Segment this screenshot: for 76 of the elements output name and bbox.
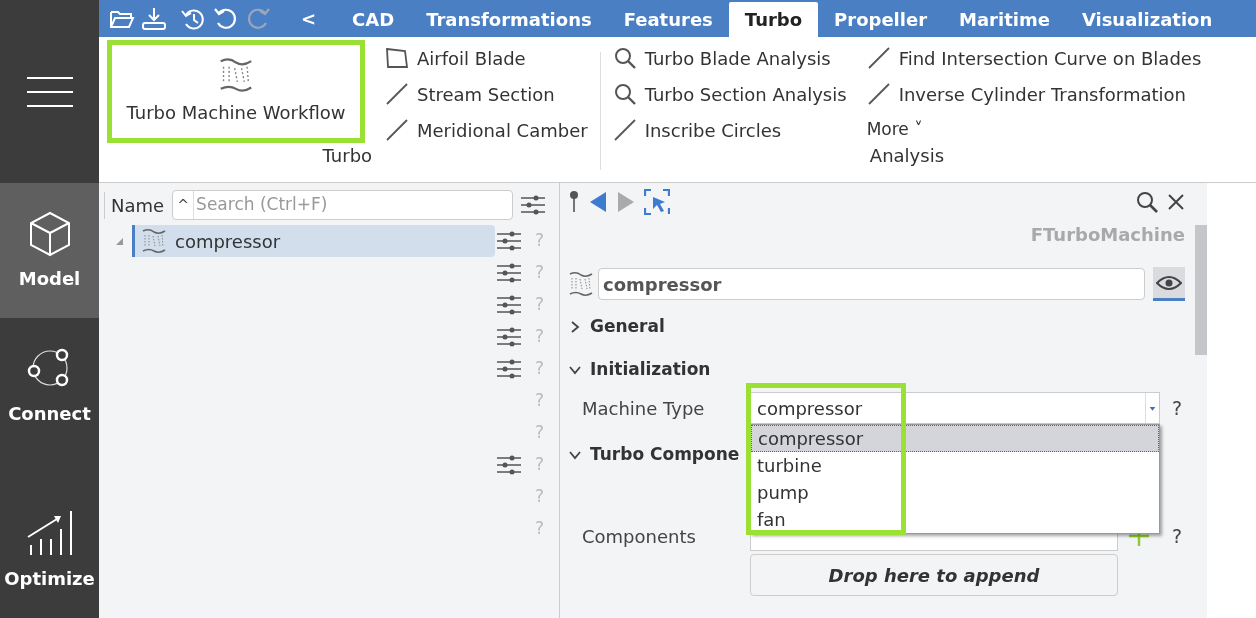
ribbon-tab[interactable]: Propeller [818,2,944,37]
back-button[interactable]: < [297,5,321,32]
column-header[interactable]: Name [104,191,165,219]
ribbon-tab[interactable]: CAD [336,2,411,37]
line-icon [612,118,637,142]
menu-icon[interactable] [26,75,73,108]
workflow-button[interactable]: Turbo Machine Workflow [107,40,365,143]
row-settings-icon[interactable] [497,327,521,347]
ribbon-button[interactable]: Find Intersection Curve on Blades [866,40,1202,76]
close-icon[interactable] [1167,193,1185,211]
sidebar-item[interactable]: Model [0,183,99,318]
section-header[interactable]: Initialization [568,348,711,391]
section-header[interactable]: General [568,305,665,348]
collapse-button[interactable]: ^ [173,191,195,219]
line-icon [866,82,891,106]
row-settings-icon[interactable] [497,231,521,251]
section-header[interactable]: Turbo Compone [568,433,740,476]
tree-item[interactable]: compressor [132,225,495,257]
sidebar-item[interactable]: Optimize [0,453,99,618]
name-field[interactable]: compressor [598,268,1145,300]
expand-triangle-icon[interactable] [114,236,124,246]
ribbon-button[interactable]: Turbo Blade Analysis [612,40,847,76]
line-icon [385,118,409,142]
ribbon-button[interactable]: Inverse Cylinder Transformation [866,76,1202,112]
visibility-toggle[interactable] [1153,267,1185,301]
ribbon-tab[interactable]: Features [607,2,729,37]
quadrilateral-icon [385,46,409,70]
download-icon[interactable] [141,6,167,31]
section-title: Turbo Compone [590,442,740,466]
select-target-icon[interactable] [644,189,670,215]
field-label: Machine Type [581,396,706,421]
turbo-machine-icon [568,271,594,297]
dropdown-option[interactable]: turbine [751,452,1159,479]
section-title: Initialization [590,357,711,381]
group-label: Turbo [322,144,373,168]
ribbon-tab[interactable]: Transformations [410,2,608,37]
field-label: Components [581,524,697,549]
sidebar-item[interactable]: Connect [0,318,99,453]
ribbon-tab[interactable]: Maritime [943,2,1066,37]
undo-icon[interactable] [213,6,239,31]
search-field[interactable]: ^ Search (Ctrl+F) [172,190,513,220]
object-type-label: FTurboMachine [1030,224,1185,245]
settings-icon[interactable] [521,195,545,215]
machine-type-dropdown[interactable]: compressor [750,392,1160,424]
row-settings-icon[interactable] [497,455,521,475]
scrollbar[interactable] [1195,225,1207,355]
ribbon-button[interactable]: Meridional Camber [385,112,588,148]
search-icon [612,46,637,70]
pin-icon[interactable] [568,190,580,214]
dropdown-option[interactable]: compressor [751,425,1159,452]
section-title: General [590,314,665,338]
cube-icon [27,211,72,257]
help-mark[interactable]: ? [1172,393,1183,423]
row-settings-icon[interactable] [497,295,521,315]
search-icon[interactable] [1135,190,1159,214]
dropdown-option[interactable]: pump [751,479,1159,506]
left-arrow-icon[interactable] [588,190,608,214]
ribbon-button[interactable]: Turbo Section Analysis [612,76,847,112]
row-settings-icon[interactable] [497,263,521,283]
ribbon-tab[interactable]: Visualization [1065,2,1229,37]
turbo-machine-icon [218,57,254,93]
turbo-machine-icon [141,228,167,254]
help-mark[interactable]: ? [1172,521,1183,551]
search-icon [612,82,637,106]
search-input[interactable]: Search (Ctrl+F) [194,192,512,218]
line-icon [866,46,891,70]
history-icon[interactable] [181,6,207,31]
drop-zone[interactable]: Drop here to append [750,554,1118,596]
row-settings-icon[interactable] [497,359,521,379]
dropdown-option[interactable]: fan [751,506,1159,533]
ribbon-tab[interactable]: Turbo [728,2,819,37]
ribbon-button[interactable]: Stream Section [385,76,588,112]
eye-icon [1156,274,1182,291]
ribbon-button[interactable]: Airfoil Blade [385,40,588,76]
ribbon-button[interactable]: Inscribe Circles [612,112,847,148]
line-icon [385,82,409,106]
